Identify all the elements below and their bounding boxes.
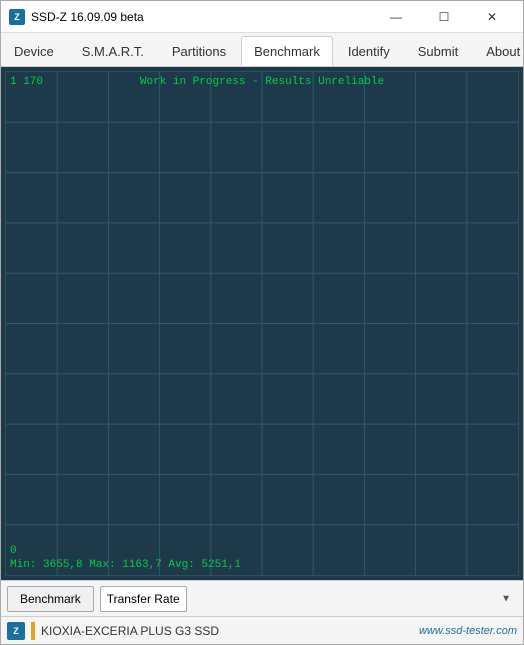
chart-stats: Min: 3655,8 Max: 1163,7 Avg: 5251,1 [10,559,241,571]
chart-canvas: 1 170 Work in Progress - Results Unrelia… [6,72,518,575]
tab-identify[interactable]: Identify [335,36,403,66]
main-window: Z SSD-Z 16.09.09 beta — ☐ ✕ Device S.M.A… [0,0,524,645]
tab-about[interactable]: About [473,36,524,66]
chart-title: Work in Progress - Results Unreliable [6,76,518,88]
window-controls: — ☐ ✕ [373,1,515,33]
benchmark-button[interactable]: Benchmark [7,586,94,612]
window-title: SSD-Z 16.09.09 beta [31,10,373,24]
title-bar: Z SSD-Z 16.09.09 beta — ☐ ✕ [1,1,523,33]
tab-smart[interactable]: S.M.A.R.T. [69,36,157,66]
chart-area: 1 170 Work in Progress - Results Unrelia… [5,71,519,576]
tab-device[interactable]: Device [1,36,67,66]
drive-indicator [31,622,35,640]
tab-benchmark[interactable]: Benchmark [241,36,333,66]
chart-y-bottom-label: 0 [10,545,17,557]
dropdown-wrapper: Transfer Rate Access Time IOPS ▼ [100,586,517,612]
dropdown-arrow-icon: ▼ [501,593,511,604]
maximize-button[interactable]: ☐ [421,1,467,33]
website-label: www.ssd-tester.com [419,625,517,637]
bottom-controls: Benchmark Transfer Rate Access Time IOPS… [1,580,523,616]
drive-name: KIOXIA-EXCERIA PLUS G3 SSD [41,624,413,638]
status-bar: Z KIOXIA-EXCERIA PLUS G3 SSD www.ssd-tes… [1,616,523,644]
transfer-rate-dropdown[interactable]: Transfer Rate Access Time IOPS [100,586,187,612]
close-button[interactable]: ✕ [469,1,515,33]
chart-grid-svg [6,72,518,575]
app-icon: Z [9,9,25,25]
tab-partitions[interactable]: Partitions [159,36,239,66]
tab-submit[interactable]: Submit [405,36,471,66]
minimize-button[interactable]: — [373,1,419,33]
main-content: 1 170 Work in Progress - Results Unrelia… [1,67,523,580]
menu-bar: Device S.M.A.R.T. Partitions Benchmark I… [1,33,523,67]
status-app-icon: Z [7,622,25,640]
